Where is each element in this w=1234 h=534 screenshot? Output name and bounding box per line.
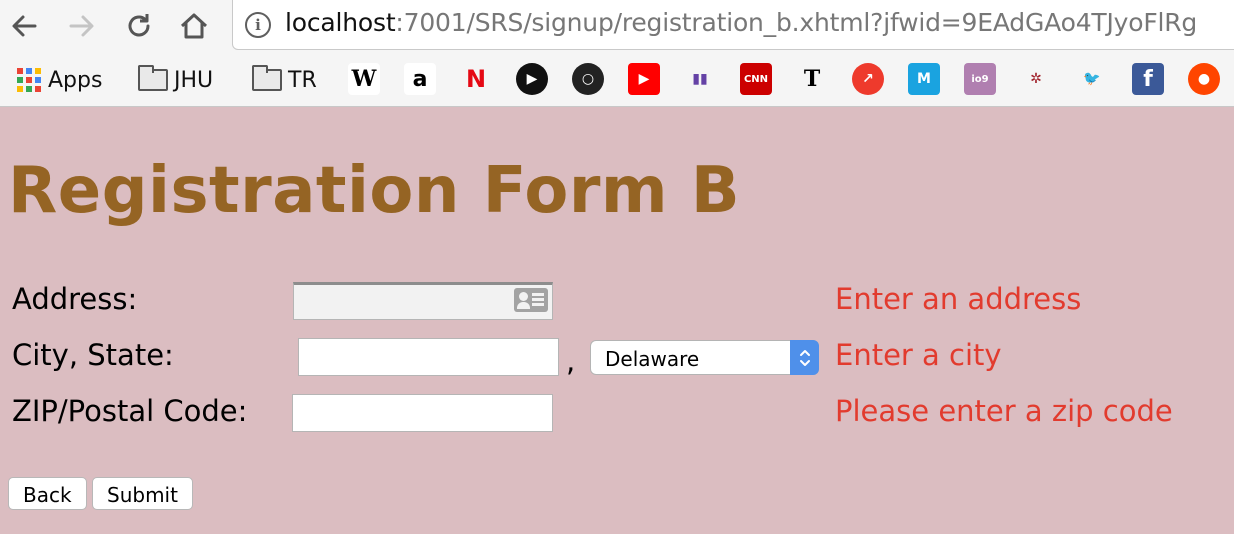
- reload-icon[interactable]: [121, 6, 157, 46]
- bug-icon[interactable]: ✲: [1020, 63, 1052, 95]
- io9-icon[interactable]: io9: [964, 63, 996, 95]
- bookmark-folder-jhu[interactable]: JHU: [138, 64, 213, 96]
- play-circle-icon[interactable]: ▶: [516, 63, 548, 95]
- facebook-icon[interactable]: f: [1132, 63, 1164, 95]
- nytimes-icon[interactable]: T: [796, 63, 828, 95]
- url-text: localhost:7001/SRS/signup/registration_b…: [285, 8, 1197, 37]
- home-icon[interactable]: [176, 6, 212, 46]
- apps-grid-icon: [16, 67, 42, 93]
- city-input[interactable]: [298, 338, 559, 376]
- bookmark-folder-tr[interactable]: TR: [252, 64, 317, 96]
- city-state-label: City, State:: [12, 338, 174, 372]
- bookmark-label: Apps: [48, 67, 103, 93]
- address-bar[interactable]: i localhost:7001/SRS/signup/registration…: [232, 0, 1234, 50]
- zip-error: Please enter a zip code: [835, 394, 1173, 428]
- submit-button[interactable]: Submit: [92, 477, 193, 510]
- contact-card-icon[interactable]: [514, 288, 548, 312]
- select-arrows-icon: [790, 340, 819, 375]
- youtube-icon[interactable]: ▶: [628, 63, 660, 95]
- state-selected-value: Delaware: [605, 347, 700, 371]
- browser-chrome: i localhost:7001/SRS/signup/registration…: [0, 0, 1234, 107]
- twitter-icon[interactable]: 🐦: [1076, 63, 1108, 95]
- bookmark-label: TR: [288, 67, 317, 93]
- back-arrow-icon[interactable]: [6, 6, 42, 46]
- url-host: localhost: [285, 8, 396, 37]
- folder-icon: [138, 65, 168, 91]
- folder-icon: [252, 65, 282, 91]
- trending-icon[interactable]: ↗: [852, 63, 884, 95]
- wikipedia-icon[interactable]: W: [348, 63, 380, 95]
- zip-label: ZIP/Postal Code:: [12, 394, 248, 428]
- address-label: Address:: [12, 282, 138, 316]
- record-circle-icon[interactable]: ○: [572, 63, 604, 95]
- city-error: Enter a city: [835, 338, 1002, 372]
- amazon-icon[interactable]: a: [404, 63, 436, 95]
- netflix-icon[interactable]: N: [460, 63, 492, 95]
- info-icon[interactable]: i: [245, 12, 271, 38]
- twitch-icon[interactable]: ▮▮: [684, 63, 716, 95]
- back-button[interactable]: Back: [8, 477, 87, 510]
- reddit-icon[interactable]: ●: [1188, 63, 1220, 95]
- page-title: Registration Form B: [8, 154, 741, 228]
- state-select[interactable]: Delaware: [590, 340, 819, 375]
- medium-icon[interactable]: M: [908, 63, 940, 95]
- address-error: Enter an address: [835, 282, 1082, 316]
- url-path: :7001/SRS/signup/registration_b.xhtml?jf…: [395, 8, 1198, 37]
- zip-input[interactable]: [292, 394, 553, 432]
- bookmark-label: JHU: [174, 67, 214, 93]
- forward-arrow-icon[interactable]: [64, 6, 100, 46]
- comma-separator: ,: [566, 344, 576, 378]
- bookmark-apps[interactable]: Apps: [16, 64, 102, 96]
- cnn-icon[interactable]: CNN: [740, 63, 772, 95]
